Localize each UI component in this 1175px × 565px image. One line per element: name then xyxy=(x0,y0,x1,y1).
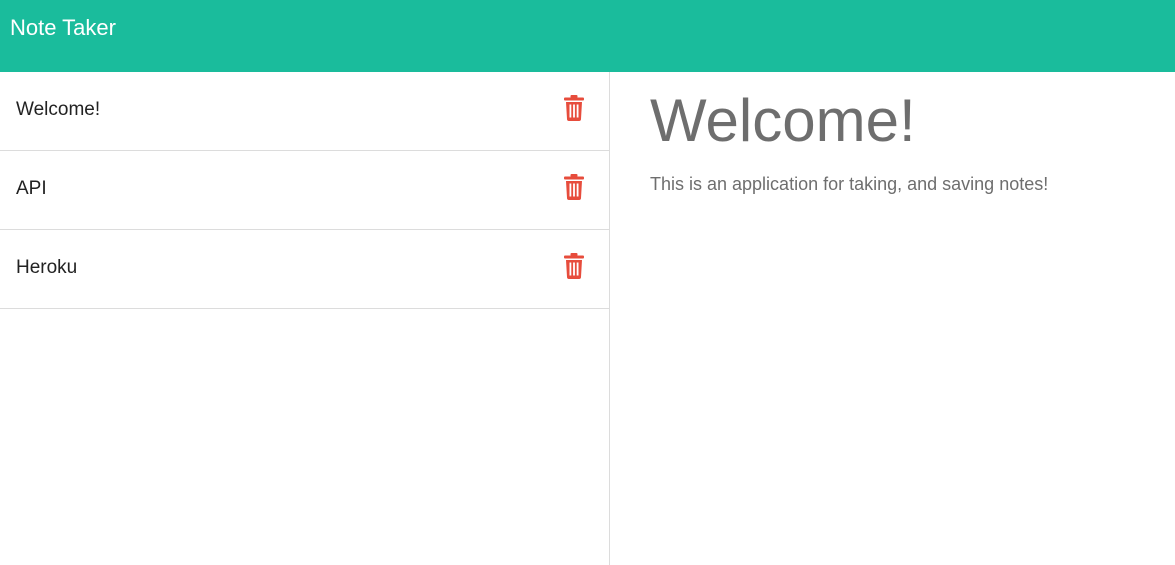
note-detail: Welcome! This is an application for taki… xyxy=(610,72,1175,565)
trash-icon[interactable] xyxy=(563,253,585,279)
note-list-item[interactable]: API xyxy=(0,151,609,230)
trash-icon[interactable] xyxy=(563,95,585,121)
note-title: Heroku xyxy=(16,257,78,278)
note-title: API xyxy=(16,178,47,199)
trash-icon[interactable] xyxy=(563,174,585,200)
note-list: Welcome! API Heroku xyxy=(0,72,610,565)
app-brand[interactable]: Note Taker xyxy=(10,14,116,42)
note-title: Welcome! xyxy=(16,99,101,120)
note-detail-text[interactable]: This is an application for taking, and s… xyxy=(650,172,1048,196)
note-detail-title[interactable]: Welcome! xyxy=(650,88,916,154)
note-list-item[interactable]: Welcome! xyxy=(0,72,609,151)
navbar: Note Taker xyxy=(0,0,1175,72)
note-list-item[interactable]: Heroku xyxy=(0,230,609,309)
